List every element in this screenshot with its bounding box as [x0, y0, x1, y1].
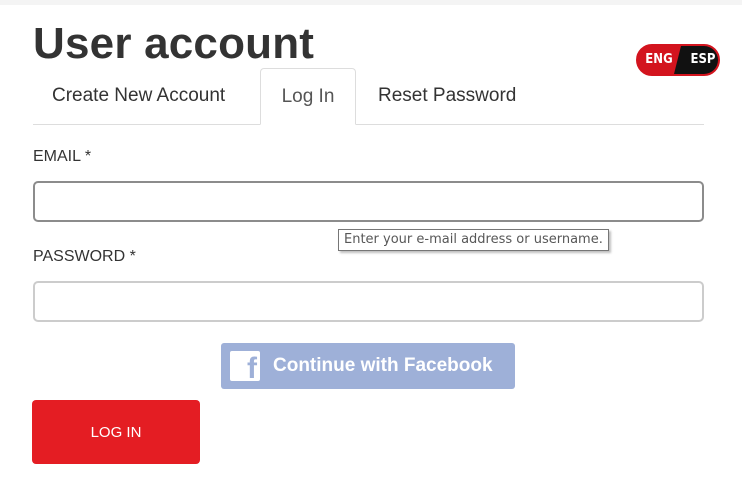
email-tooltip: Enter your e-mail address or username.	[338, 229, 609, 251]
tab-log-in[interactable]: Log In	[260, 68, 356, 125]
password-label: PASSWORD *	[33, 248, 136, 265]
page-title: User account	[33, 19, 315, 68]
log-in-button[interactable]: LOG IN	[32, 400, 200, 464]
email-field[interactable]	[33, 181, 704, 222]
account-tabs: Create New Account Log In Reset Password	[33, 68, 704, 125]
tab-create-new-account[interactable]: Create New Account	[52, 68, 225, 124]
password-field[interactable]	[33, 281, 704, 322]
email-label: EMAIL *	[33, 148, 92, 165]
continue-with-facebook-button[interactable]: f Continue with Facebook	[221, 343, 515, 389]
top-strip	[0, 0, 742, 5]
facebook-button-label: Continue with Facebook	[273, 355, 493, 376]
tab-reset-password[interactable]: Reset Password	[378, 68, 516, 124]
facebook-icon: f	[230, 351, 260, 384]
